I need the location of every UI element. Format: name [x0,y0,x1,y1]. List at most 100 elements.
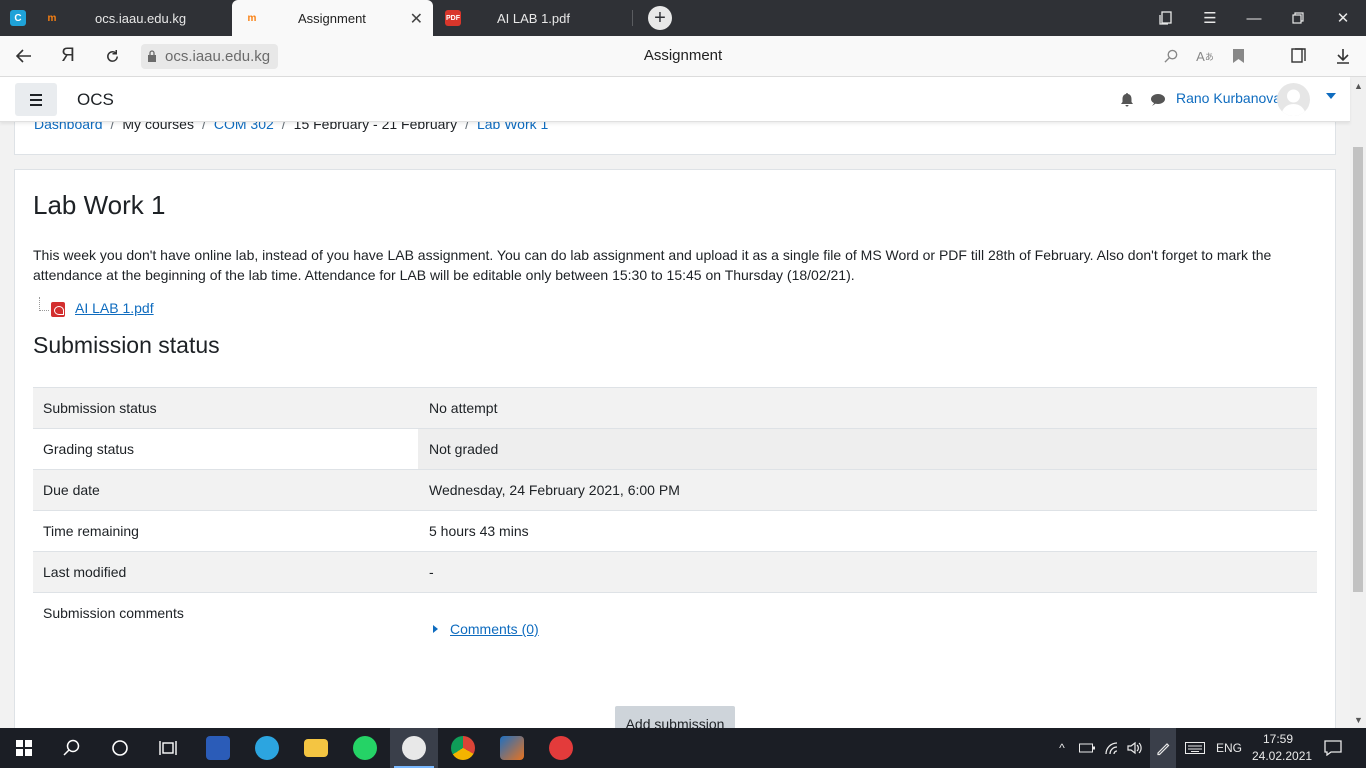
pdf-favicon-icon: PDF [445,10,461,26]
row-label: Submission status [43,400,157,416]
row-value: 5 hours 43 mins [429,523,529,539]
taskbar: ^ ENG 17:59 24.02.2021 [0,728,1366,768]
row-label: Due date [43,482,100,498]
drawer-toggle-button[interactable] [15,83,57,116]
pdf-file-icon [51,302,65,317]
table-row: Last modified - [33,551,1317,592]
avatar[interactable] [1277,83,1310,116]
table-row: Grading status Not graded [33,428,1317,470]
row-label: Last modified [43,564,127,580]
tab-divider [632,10,633,26]
assignment-description: This week you don't have online lab, ins… [33,247,1272,283]
start-button[interactable] [0,728,48,768]
close-tab-icon[interactable]: ✕ [410,9,423,29]
table-row: Submission status No attempt [33,387,1317,428]
chrome-icon[interactable] [439,728,487,768]
matlab-icon[interactable] [488,728,536,768]
translate-icon[interactable]: Aあ [1194,45,1216,67]
downloads-icon[interactable] [1332,45,1354,67]
back-arrow-icon[interactable] [12,44,36,68]
row-value: Wednesday, 24 February 2021, 6:00 PM [429,482,680,498]
submission-heading: Submission status [33,332,220,358]
row-label: Grading status [43,441,135,457]
whatsapp-icon[interactable] [341,728,389,768]
row-value: Not graded [429,441,499,457]
telegram-icon[interactable] [243,728,291,768]
close-window-icon[interactable]: ✕ [1321,0,1365,36]
scroll-down-arrow-icon[interactable]: ▼ [1354,715,1363,725]
file-explorer-icon[interactable] [292,728,340,768]
touch-keyboard-icon[interactable] [1182,728,1208,768]
search-page-icon[interactable] [1160,45,1182,67]
assignment-card: Lab Work 1 This week you don't have onli… [14,169,1336,749]
user-menu-caret-icon[interactable] [1326,93,1336,99]
snipping-tool-icon[interactable] [537,728,585,768]
battery-icon[interactable] [1076,728,1098,768]
tab-label: Assignment [298,10,366,26]
row-label: Time remaining [43,523,139,539]
browser-logo-icon: C [10,10,26,26]
messages-bubble-icon[interactable] [1150,92,1166,108]
comments-label: Comments (0) [450,621,539,637]
page-scrollbar[interactable]: ▲ ▼ [1350,77,1366,728]
search-icon[interactable] [48,728,96,768]
notification-center-icon[interactable] [1320,728,1346,768]
bookmark-icon[interactable] [1227,45,1249,67]
restore-icon[interactable] [1276,0,1320,36]
tab-label: AI LAB 1.pdf [497,10,570,26]
tabs-list-icon[interactable] [1144,0,1188,36]
minimize-icon[interactable]: — [1232,0,1276,36]
hamburger-icon [30,93,42,96]
browser-menu-icon[interactable]: C [0,0,36,36]
notifications-bell-icon[interactable] [1119,92,1135,108]
moodle-favicon-icon: m [247,12,257,24]
tab-label: ocs.iaau.edu.kg [95,10,187,26]
assignment-title: Lab Work 1 [33,190,166,220]
address-bar: Я ocs.iaau.edu.kg Assignment Aあ [0,36,1366,77]
file-tree-line [39,297,49,311]
task-view-icon[interactable] [144,728,192,768]
cortana-icon[interactable] [96,728,144,768]
expand-triangle-icon [433,625,438,633]
tab-ocs[interactable]: m ocs.iaau.edu.kg [36,0,232,36]
input-language[interactable]: ENG [1212,728,1246,768]
table-row: Time remaining 5 hours 43 mins [33,510,1317,551]
scroll-up-arrow-icon[interactable]: ▲ [1354,81,1363,91]
comments-toggle-link[interactable]: Comments (0) [433,621,539,637]
menu-icon[interactable]: ☰ [1188,0,1232,36]
lock-icon [148,50,156,62]
tab-assignment[interactable]: m Assignment ✕ [232,0,433,36]
browser-tab-strip: C m ocs.iaau.edu.kg m Assignment ✕ PDF A… [0,0,1366,36]
powershell-icon[interactable] [194,728,242,768]
yandex-browser-icon[interactable] [390,728,438,768]
volume-icon[interactable] [1124,728,1146,768]
pen-workspace-icon[interactable] [1150,728,1176,768]
site-navbar: OCS Rano Kurbanova [0,77,1350,122]
tab-pdf[interactable]: PDF AI LAB 1.pdf [433,0,633,36]
site-brand[interactable]: OCS [77,90,114,110]
user-menu-name[interactable]: Rano Kurbanova [1176,90,1281,106]
table-row: Submission comments Comments (0) [33,592,1317,662]
moodle-favicon-icon: m [47,12,57,24]
system-clock[interactable]: 17:59 24.02.2021 [1252,731,1313,765]
reload-icon[interactable] [100,44,124,68]
row-value: - [429,564,434,580]
row-value: No attempt [429,400,498,416]
windows-logo-icon [16,740,32,756]
table-row: Due date Wednesday, 24 February 2021, 6:… [33,469,1317,510]
new-tab-button[interactable]: + [648,6,672,30]
scrollbar-thumb[interactable] [1353,147,1363,592]
row-label: Submission comments [43,605,184,621]
grading-status-cell [418,429,1317,470]
clock-date: 24.02.2021 [1252,749,1313,763]
plus-icon: + [654,7,666,29]
url-field[interactable]: ocs.iaau.edu.kg [141,44,279,69]
collections-icon[interactable] [1287,45,1309,67]
url-text: ocs.iaau.edu.kg [165,48,271,65]
submission-status-table: Submission status No attempt Grading sta… [33,387,1317,662]
clock-time: 17:59 [1262,732,1294,746]
attachment-link[interactable]: AI LAB 1.pdf [75,300,154,316]
yandex-logo-icon[interactable]: Я [56,44,80,68]
show-hidden-icons-icon[interactable]: ^ [1052,728,1072,768]
wifi-icon[interactable] [1101,728,1123,768]
